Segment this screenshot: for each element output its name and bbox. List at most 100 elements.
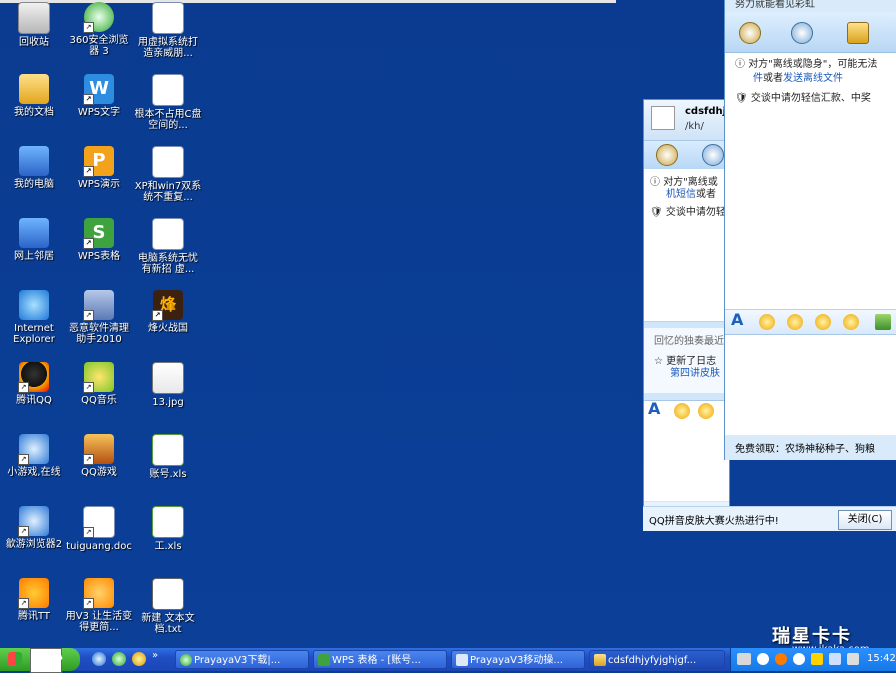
show-desktop-icon[interactable] — [92, 652, 106, 666]
network-places-shortcut[interactable]: 网上邻居 — [0, 218, 68, 262]
new-text-file[interactable]: 新建 文本文档.txt — [134, 578, 202, 635]
wps-writer-shortcut[interactable]: W ↗ WPS文字 — [65, 74, 133, 118]
recycle-bin-icon — [18, 2, 50, 34]
network-icon — [19, 218, 49, 248]
tray-icon-3[interactable] — [811, 653, 823, 665]
system-worry-free-doc[interactable]: 电脑系统无忧有新招 虚... — [134, 218, 202, 275]
fenghuo-zhanguo-label: 烽火战国 — [148, 323, 188, 334]
quick-launch-more-icon[interactable]: » — [152, 650, 158, 661]
dual-system-doc[interactable]: XP和win7双系统不重复... — [134, 146, 202, 203]
c-drive-label: 根本不占用C盘空间的... — [134, 109, 202, 131]
internet-explorer-shortcut[interactable]: Internet Explorer — [0, 290, 68, 345]
computer-icon — [19, 146, 49, 176]
clock[interactable]: 15:42 — [867, 653, 896, 664]
account-xls-file[interactable]: 账号.xls — [134, 434, 202, 480]
promo-text[interactable]: 免费领取：农场神秘种子、狗粮 — [735, 440, 875, 455]
internet-explorer-label: Internet Explorer — [13, 323, 55, 345]
wps-spreadsheet-icon: S ↗ — [83, 218, 114, 249]
word-document-icon — [152, 146, 184, 178]
360-browser-shortcut[interactable]: ↗ 360安全浏览器 3 — [65, 2, 133, 57]
taskbar-button-prayaya-mobile[interactable]: PrayayaV3移动操... — [451, 650, 585, 669]
media-player-icon[interactable] — [132, 652, 146, 666]
qq-tray-icon[interactable] — [793, 653, 805, 665]
network-tray-icon[interactable] — [829, 653, 841, 665]
spreadsheet-file-icon — [152, 506, 184, 538]
magic-emoticon-icon[interactable] — [787, 314, 803, 330]
my-computer-label: 我的电脑 — [14, 179, 54, 190]
word-document-icon — [152, 2, 184, 34]
sms-link[interactable]: 机短信 — [666, 189, 696, 200]
emoticon-icon[interactable] — [759, 314, 775, 330]
wps-spreadsheet-icon — [318, 654, 330, 666]
qq-games-shortcut[interactable]: ↗ QQ游戏 — [65, 434, 133, 478]
qq-music-label: QQ音乐 — [81, 395, 117, 406]
fenghuo-zhanguo-shortcut[interactable]: 烽 ↗ 烽火战国 — [134, 290, 202, 334]
recycle-bin-shortcut[interactable]: 回收站 — [0, 2, 68, 48]
malware-cleaner-label: 恶意软件清理助手2010 — [69, 323, 129, 345]
font-icon[interactable]: A — [648, 399, 660, 418]
dual-system-label: XP和win7双系统不重复... — [134, 181, 202, 203]
contact-signature: /kh/ — [685, 121, 704, 132]
spreadsheet-file-icon — [152, 434, 184, 466]
my-computer-shortcut[interactable]: 我的电脑 — [0, 146, 68, 190]
jpg-file[interactable]: 13.jpg — [134, 362, 202, 408]
my-documents-shortcut[interactable]: 我的文档 — [0, 74, 68, 118]
volume-icon[interactable] — [847, 653, 859, 665]
c-drive-doc[interactable]: 根本不占用C盘空间的... — [134, 74, 202, 131]
offline-file-link[interactable]: 发送离线文件 — [783, 73, 843, 84]
system-tray: 15:42 — [730, 648, 896, 671]
taskbar-button-qq-chat[interactable]: cdsfdhjyfyjghjgf... — [589, 650, 725, 669]
microphone-icon[interactable] — [791, 22, 813, 44]
virtual-system-doc[interactable]: 用虚拟系统打造亲威朋... — [134, 2, 202, 59]
taskbar-button-label: PrayayaV3移动操... — [470, 655, 563, 666]
tray-icon-2[interactable] — [775, 653, 787, 665]
feed-link[interactable]: 第四讲皮肤 — [670, 364, 720, 379]
magic-emoticon-icon[interactable] — [698, 403, 714, 419]
chat-input-area[interactable]: A — [644, 399, 729, 501]
camera-icon[interactable] — [656, 144, 678, 166]
game-browser-label: 歙游浏览器2 — [5, 539, 63, 550]
message-area: ⓘ 对方"离线或 机短信或者 🛡 交谈中请勿轻 — [644, 169, 729, 322]
keyboard-icon[interactable] — [737, 653, 751, 665]
v3-shortcut[interactable]: ↗ 用V3 让生活变得更简... — [65, 578, 133, 633]
thumbs-up-icon[interactable] — [843, 314, 859, 330]
file-transfer-icon[interactable] — [847, 22, 869, 44]
picture-icon[interactable] — [875, 314, 891, 330]
work-xls-file[interactable]: 工.xls — [134, 506, 202, 552]
scribble-icon[interactable] — [815, 314, 831, 330]
qq-music-shortcut[interactable]: ↗ QQ音乐 — [65, 362, 133, 406]
360-browser-icon[interactable] — [112, 652, 126, 666]
windows-logo-icon — [8, 652, 22, 666]
wps-presentation-shortcut[interactable]: P ↗ WPS演示 — [65, 146, 133, 190]
emoticon-icon[interactable] — [674, 403, 690, 419]
tray-icon-1[interactable] — [757, 653, 769, 665]
jpg-file-label: 13.jpg — [152, 397, 184, 408]
taskbar-button-prayaya-download[interactable]: PrayayaV3下载|... — [175, 650, 309, 669]
taskbar-button-wps-spreadsheet[interactable]: WPS 表格 - [账号... — [313, 650, 447, 669]
wps-writer-icon: W ↗ — [83, 74, 114, 105]
close-button[interactable]: 关闭(C) — [838, 510, 892, 530]
microphone-icon[interactable] — [702, 144, 724, 166]
mini-games-shortcut[interactable]: ↗ 小游戏,在线 — [0, 434, 68, 478]
malware-cleaner-shortcut[interactable]: ↗ 恶意软件清理助手2010 — [65, 290, 133, 345]
tencent-tt-shortcut[interactable]: ↗ 腾讯TT — [0, 578, 68, 622]
qq-chat-icon — [594, 654, 606, 666]
image-file-icon — [152, 362, 184, 394]
qq-games-icon: ↗ — [83, 434, 114, 465]
wps-spreadsheet-shortcut[interactable]: S ↗ WPS表格 — [65, 218, 133, 262]
format-toolbar: A — [725, 309, 896, 334]
file-link[interactable]: 件 — [753, 73, 763, 84]
camera-icon[interactable] — [739, 22, 761, 44]
bottom-promo-text[interactable]: QQ拼音皮肤大赛火热进行中! — [649, 512, 779, 527]
360-browser-icon — [180, 654, 192, 666]
safety-text: 交谈中请勿轻 — [665, 207, 726, 218]
chat-input-area[interactable] — [725, 334, 896, 435]
start-button[interactable]: 开始 — [0, 648, 80, 673]
font-icon[interactable]: A — [731, 310, 743, 329]
work-xls-label: 工.xls — [154, 541, 182, 552]
game-browser-shortcut[interactable]: ↗ 歙游浏览器2 — [0, 506, 68, 550]
avatar[interactable] — [651, 106, 675, 130]
qq-shortcut[interactable]: ↗ 腾讯QQ — [0, 362, 68, 406]
tuiguang-doc-file[interactable]: ↗ tuiguang.doc — [65, 506, 133, 552]
game-window-icon: ↗ — [18, 434, 49, 465]
